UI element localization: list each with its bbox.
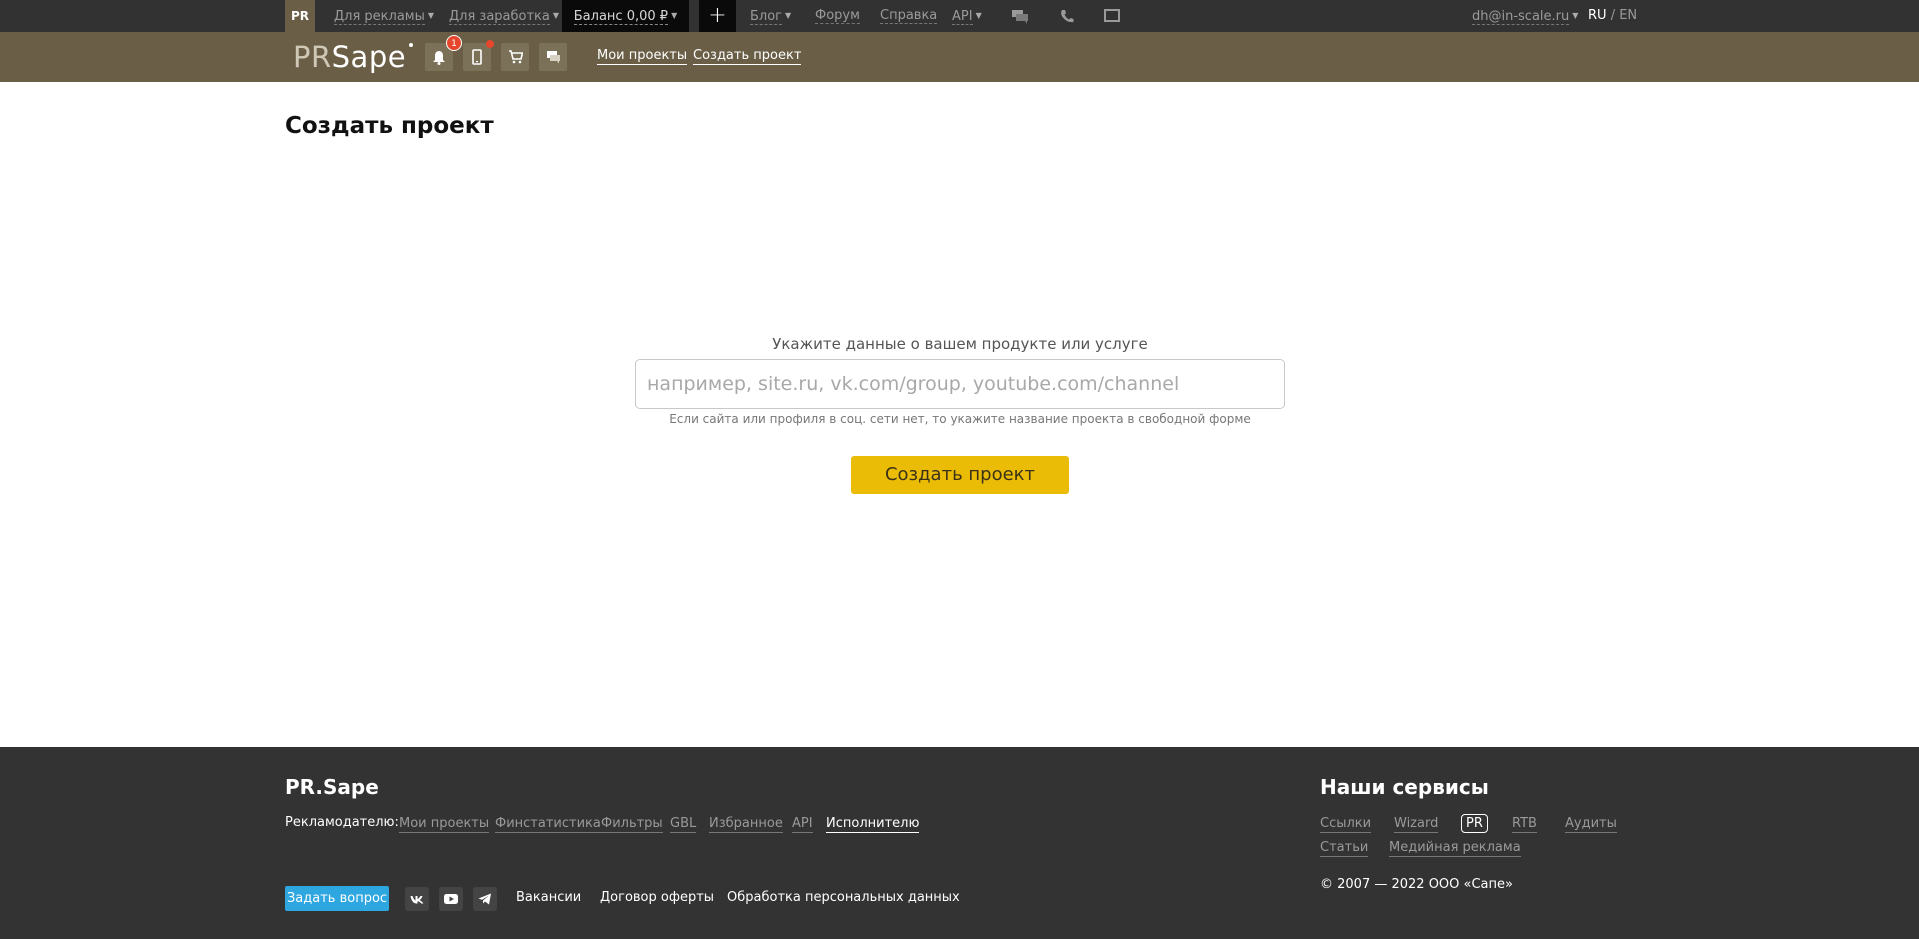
ask-question-button[interactable]: Задать вопрос (285, 886, 389, 911)
pr-service-badge[interactable]: PR (285, 0, 315, 32)
notifications-button[interactable]: 1 (425, 35, 462, 71)
bell-icon (433, 50, 445, 65)
messages-icon (546, 51, 560, 64)
create-project-button[interactable]: Создать проект (851, 456, 1069, 494)
footer-link-gbl[interactable]: GBL (670, 816, 697, 833)
balance-menu[interactable]: Баланс 0,00 ₽ ▼ (562, 0, 689, 32)
for-earning-menu[interactable]: Для заработка ▼ (449, 0, 559, 32)
vk-icon[interactable] (405, 887, 429, 911)
caret-down-icon: ▼ (1572, 11, 1579, 20)
logo-dot (409, 43, 414, 47)
caret-down-icon: ▼ (785, 11, 792, 20)
caret-down-icon: ▼ (552, 11, 560, 20)
logo[interactable]: PRSape (293, 38, 414, 76)
services-title: Наши сервисы (1320, 775, 1489, 799)
api-menu[interactable]: API ▼ (952, 0, 982, 32)
service-audits[interactable]: Аудиты (1565, 816, 1617, 833)
notifications-count-badge: 1 (446, 35, 462, 51)
mobile-button[interactable] (463, 40, 494, 71)
product-input-label: Укажите данные о вашем продукте или услу… (772, 335, 1148, 353)
footer-link-filters[interactable]: Фильтры (601, 816, 663, 833)
footer-link-personal-data[interactable]: Обработка персональных данных (727, 890, 960, 905)
header-bar: PRSape 1 Мои проекты Создать проект (0, 32, 1919, 82)
lang-ru[interactable]: RU (1588, 8, 1607, 23)
for-ads-menu[interactable]: Для рекламы ▼ (334, 0, 434, 32)
footer-link-executor[interactable]: Исполнителю (826, 816, 920, 833)
logo-pr: PR (293, 40, 332, 74)
blog-menu[interactable]: Блог ▼ (750, 0, 791, 32)
language-switcher: RU / EN (1588, 0, 1637, 32)
footer-link-finstat[interactable]: Финстатистика (495, 816, 601, 833)
footer-link-favorites[interactable]: Избранное (709, 816, 783, 833)
footer-link-my-projects[interactable]: Мои проекты (399, 816, 490, 833)
advertiser-label: Рекламодателю: (285, 815, 399, 830)
messages-button[interactable] (539, 43, 567, 71)
nav-my-projects[interactable]: Мои проекты (597, 48, 688, 65)
product-url-input[interactable] (635, 359, 1285, 409)
forum-link[interactable]: Форум (815, 0, 860, 32)
top-bar: PR Для рекламы ▼ Для заработка ▼ Баланс 0,… (0, 0, 1919, 32)
youtube-icon[interactable] (439, 887, 463, 911)
product-input-hint: Если сайта или профиля в соц. сети нет, … (669, 412, 1251, 426)
caret-down-icon: ▼ (671, 11, 678, 20)
nav-create-project[interactable]: Создать проект (693, 48, 802, 65)
footer-brand: PR.Sape (285, 775, 379, 799)
service-wizard[interactable]: Wizard (1394, 816, 1439, 833)
copyright: © 2007 — 2022 ООО «Сапе» (1320, 877, 1513, 892)
service-articles[interactable]: Статьи (1320, 840, 1369, 857)
phone-icon[interactable] (1058, 8, 1076, 24)
service-links[interactable]: Ссылки (1320, 816, 1372, 833)
footer-link-offer[interactable]: Договор оферты (600, 890, 714, 905)
service-pr-current[interactable]: PR (1461, 814, 1488, 833)
add-funds-button[interactable]: + (699, 0, 736, 32)
footer-link-vacancies[interactable]: Вакансии (516, 890, 581, 905)
mobile-alert-dot (486, 40, 494, 48)
cart-button[interactable] (501, 43, 529, 71)
screen-icon[interactable] (1103, 8, 1121, 24)
lang-en[interactable]: EN (1619, 8, 1637, 23)
chat-bubbles-icon[interactable] (1011, 8, 1029, 24)
caret-down-icon: ▼ (427, 11, 435, 20)
logo-sape: Sape (331, 40, 407, 74)
caret-down-icon: ▼ (975, 11, 982, 20)
service-media-ads[interactable]: Медийная реклама (1389, 840, 1521, 857)
lang-separator: / (1606, 8, 1620, 23)
cart-icon (508, 50, 523, 64)
telegram-icon[interactable] (473, 887, 497, 911)
page-title: Создать проект (285, 113, 494, 139)
user-menu[interactable]: dh@in-scale.ru ▼ (1472, 0, 1578, 32)
mobile-phone-icon (472, 49, 482, 65)
help-link[interactable]: Справка (880, 0, 938, 32)
service-rtb[interactable]: RTB (1512, 816, 1537, 833)
footer-link-api[interactable]: API (792, 816, 813, 833)
